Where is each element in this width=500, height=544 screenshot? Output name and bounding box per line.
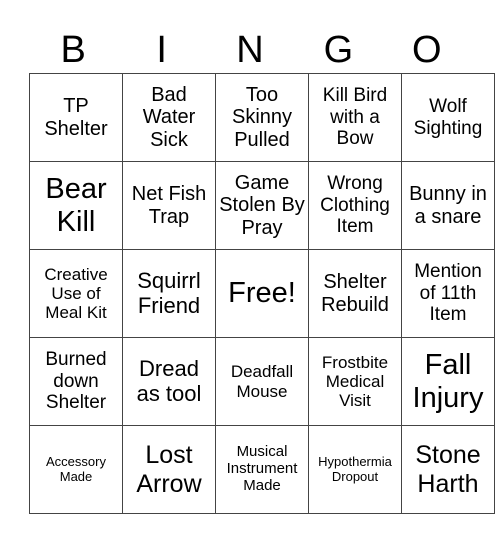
bingo-cell[interactable]: Shelter Rebuild bbox=[308, 249, 402, 338]
bingo-cell[interactable]: Stone Harth bbox=[401, 425, 495, 514]
bingo-cell[interactable]: Too Skinny Pulled bbox=[215, 73, 309, 162]
bingo-cell[interactable]: Wolf Sighting bbox=[401, 73, 495, 162]
bingo-cell[interactable]: Wrong Clothing Item bbox=[308, 161, 402, 250]
grid-row: Bear Kill Net Fish Trap Game Stolen By P… bbox=[29, 161, 495, 250]
bingo-cell[interactable]: Squirrl Friend bbox=[122, 249, 216, 338]
bingo-cell[interactable]: TP Shelter bbox=[29, 73, 123, 162]
header-letter-n: N bbox=[236, 29, 264, 71]
bingo-cell[interactable]: Dread as tool bbox=[122, 337, 216, 426]
bingo-cell[interactable]: Mention of 11th Item bbox=[401, 249, 495, 338]
bingo-cell[interactable]: Lost Arrow bbox=[122, 425, 216, 514]
bingo-cell[interactable]: Fall Injury bbox=[401, 337, 495, 426]
header-letter-i: I bbox=[156, 29, 167, 71]
bingo-cell[interactable]: Bunny in a snare bbox=[401, 161, 495, 250]
header-letter-b: B bbox=[60, 29, 86, 71]
header-letter-o: O bbox=[412, 29, 442, 71]
bingo-cell[interactable]: Bear Kill bbox=[29, 161, 123, 250]
bingo-cell[interactable]: Musical Instrument Made bbox=[215, 425, 309, 514]
bingo-cell[interactable]: Game Stolen By Pray bbox=[215, 161, 309, 250]
bingo-cell[interactable]: Kill Bird with a Bow bbox=[308, 73, 402, 162]
bingo-cell[interactable]: Deadfall Mouse bbox=[215, 337, 309, 426]
header-letter-g: G bbox=[323, 29, 354, 71]
grid-row: Creative Use of Meal Kit Squirrl Friend … bbox=[29, 249, 495, 338]
grid-row: Accessory Made Lost Arrow Musical Instru… bbox=[29, 425, 495, 514]
grid-row: TP Shelter Bad Water Sick Too Skinny Pul… bbox=[29, 73, 495, 162]
bingo-cell[interactable]: Net Fish Trap bbox=[122, 161, 216, 250]
bingo-cell[interactable]: Creative Use of Meal Kit bbox=[29, 249, 123, 338]
grid-row: Burned down Shelter Dread as tool Deadfa… bbox=[29, 337, 495, 426]
bingo-cell[interactable]: Bad Water Sick bbox=[122, 73, 216, 162]
bingo-cell[interactable]: Frostbite Medical Visit bbox=[308, 337, 402, 426]
bingo-cell[interactable]: Burned down Shelter bbox=[29, 337, 123, 426]
free-space-cell[interactable]: Free! bbox=[215, 249, 309, 338]
bingo-header: B I N G O bbox=[29, 28, 471, 72]
bingo-cell[interactable]: Accessory Made bbox=[29, 425, 123, 514]
bingo-cell[interactable]: Hypothermia Dropout bbox=[308, 425, 402, 514]
bingo-grid: TP Shelter Bad Water Sick Too Skinny Pul… bbox=[29, 73, 495, 514]
